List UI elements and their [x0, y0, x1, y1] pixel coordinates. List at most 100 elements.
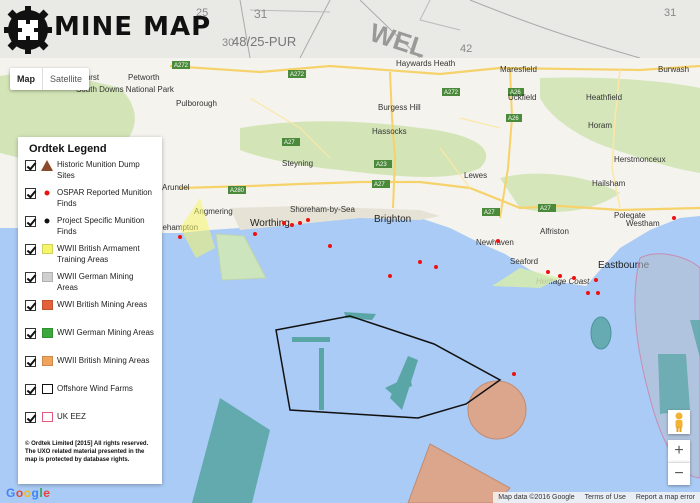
legend-item: OSPAR Reported Munition Finds — [25, 187, 156, 212]
legend-item: Offshore Wind Farms — [25, 383, 156, 408]
road-label: A27 — [374, 182, 385, 188]
armament-training-area[interactable] — [215, 233, 267, 281]
town-label: Hailsham — [592, 179, 626, 188]
legend-item: Historic Munition Dump Sites — [25, 159, 156, 184]
offshore-wind-farm-outline[interactable] — [275, 315, 502, 419]
zoom-in-button[interactable]: + — [668, 440, 690, 462]
town-label: Lewes — [464, 171, 487, 180]
wwii-british-mining-area[interactable] — [467, 380, 527, 440]
legend-item: WWII British Mining Areas — [25, 355, 156, 380]
legend-layer-checkbox[interactable] — [25, 300, 36, 311]
legend-panel: Ordtek Legend Historic Munition Dump Sit… — [18, 137, 162, 484]
report-map-error-link[interactable]: Report a map error — [631, 492, 700, 503]
road-label: A272 — [444, 90, 459, 96]
chart-mark: WEL — [366, 17, 430, 58]
legend-item-label: WWI British Mining Areas — [57, 300, 148, 309]
town-label: Herstmonceux — [614, 155, 666, 164]
chart-mark: 42 — [460, 43, 472, 55]
color-swatch-icon — [40, 355, 54, 367]
map-data-credit: Map data ©2016 Google — [498, 494, 575, 501]
town-label: Arundel — [162, 183, 190, 192]
color-swatch-icon — [40, 271, 54, 283]
legend-item-label: WWII German Mining Areas — [57, 272, 134, 292]
road-label: A27 — [484, 210, 495, 216]
town-label: Hassocks — [372, 127, 407, 136]
map-type-control: Map Satellite — [10, 68, 90, 90]
legend-layer-checkbox[interactable] — [25, 384, 36, 395]
legend-item-label: WWII British Armament Training Areas — [57, 244, 140, 264]
road-label: A23 — [376, 162, 387, 168]
town-label: Westham — [626, 219, 660, 228]
chart-mark: 48/25-PUR — [232, 34, 296, 49]
road-label: A27 — [284, 140, 295, 146]
legend-item-label: OSPAR Reported Munition Finds — [57, 188, 153, 208]
brand-title: MINE MAP — [54, 12, 212, 42]
mining-area[interactable] — [658, 354, 690, 414]
street-view-pegman-icon[interactable] — [668, 410, 690, 434]
road-label: A27 — [540, 206, 551, 212]
town-label: Horam — [588, 121, 612, 130]
town-label: Pulborough — [176, 99, 217, 108]
town-label: Alfriston — [540, 227, 569, 236]
munition-dot-icon — [40, 187, 54, 199]
road-label: A272 — [290, 72, 305, 78]
legend-copyright: © Ordtek Limited [2015] All rights reser… — [25, 441, 149, 463]
mining-area[interactable] — [590, 316, 612, 350]
map-type-satellite-button[interactable]: Satellite — [42, 68, 89, 90]
color-swatch-icon — [40, 243, 54, 255]
town-label-major: Brighton — [374, 214, 411, 225]
legend-title: Ordtek Legend — [29, 143, 107, 155]
map-type-map-button[interactable]: Map — [10, 68, 42, 90]
town-label: Maresfield — [500, 65, 537, 74]
town-label: Steyning — [282, 159, 313, 168]
town-label: Seaford — [510, 257, 538, 266]
road-label: A280 — [230, 188, 245, 194]
town-label: Heathfield — [586, 93, 622, 102]
town-label: Burgess Hill — [378, 103, 421, 112]
zoom-out-button[interactable]: − — [668, 462, 690, 485]
town-label: Haywards Heath — [396, 59, 455, 68]
color-swatch-icon — [40, 327, 54, 339]
town-label: Shoreham-by-Sea — [290, 205, 355, 214]
dump-site-triangle-icon — [40, 159, 54, 171]
legend-layer-checkbox[interactable] — [25, 412, 36, 423]
outline-swatch-icon — [40, 383, 54, 395]
legend-item: WWI German Mining Areas — [25, 327, 156, 352]
legend-item: WWII British Armament Training Areas — [25, 243, 156, 268]
legend-layer-checkbox[interactable] — [25, 216, 36, 227]
terms-of-use-link[interactable]: Terms of Use — [580, 492, 631, 503]
color-swatch-icon — [40, 299, 54, 311]
legend-item-label: WWII British Mining Areas — [57, 356, 150, 365]
legend-item: WWI British Mining Areas — [25, 299, 156, 324]
legend-layer-checkbox[interactable] — [25, 188, 36, 199]
legend-item: WWII German Mining Areas — [25, 271, 156, 296]
legend-item-label: Project Specific Munition Finds — [57, 216, 145, 236]
town-label: Uckfield — [508, 93, 536, 102]
mine-logo-icon — [4, 6, 52, 54]
legend-item-label: UK EEZ — [57, 412, 86, 421]
mining-area[interactable] — [319, 348, 324, 410]
map-attribution: Map data ©2016 Google Terms of Use Repor… — [493, 492, 700, 503]
legend-item-label: Offshore Wind Farms — [57, 384, 133, 393]
town-label: Newhaven — [476, 238, 514, 247]
mining-area[interactable] — [192, 398, 270, 503]
chart-mark: 31 — [664, 7, 676, 19]
legend-layer-checkbox[interactable] — [25, 328, 36, 339]
header-banner: 31 30 48/25-PUR WEL 25 42 31 MINE MAP — [0, 0, 700, 58]
chart-mark: 31 — [254, 7, 268, 21]
legend-layer-checkbox[interactable] — [25, 356, 36, 367]
mining-area[interactable] — [292, 337, 330, 342]
legend-layer-checkbox[interactable] — [25, 272, 36, 283]
town-label: Burwash — [658, 65, 689, 74]
legend-layer-checkbox[interactable] — [25, 160, 36, 171]
google-logo: Google — [6, 486, 51, 500]
road-label: A272 — [174, 63, 189, 69]
legend-item: Project Specific Munition Finds — [25, 215, 156, 240]
legend-layer-checkbox[interactable] — [25, 244, 36, 255]
outline-swatch-icon — [40, 411, 54, 423]
legend-item: UK EEZ — [25, 411, 156, 436]
road-label: A26 — [508, 116, 519, 122]
legend-item-label: Historic Munition Dump Sites — [57, 160, 140, 180]
munition-dot-icon — [40, 215, 54, 227]
town-label: Petworth — [128, 73, 160, 82]
